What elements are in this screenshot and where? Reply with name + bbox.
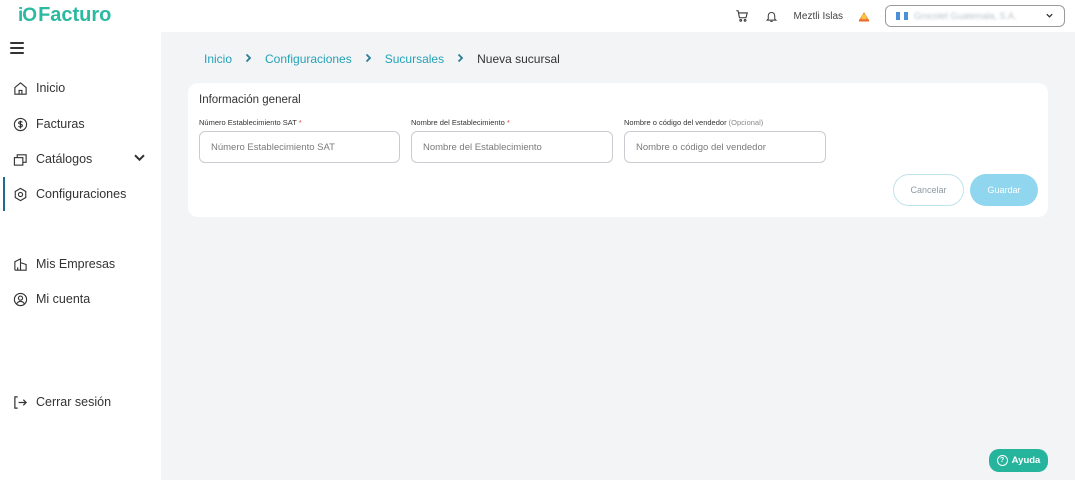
company-selector[interactable]: Grocolet Guatemala, S.A. <box>885 5 1065 27</box>
sidebar-item-label: Catálogos <box>36 152 93 166</box>
save-button[interactable]: Guardar <box>970 174 1038 206</box>
seller-code-input[interactable] <box>624 131 826 163</box>
user-name[interactable]: Meztli Islas <box>794 11 843 22</box>
company-name: Grocolet Guatemala, S.A. <box>914 11 1017 21</box>
sidebar-item-mi-cuenta[interactable]: Mi cuenta <box>0 285 161 313</box>
logo-mark: iO <box>18 4 37 26</box>
sidebar-item-inicio[interactable]: Inicio <box>0 74 161 102</box>
chevron-right-icon <box>244 52 253 66</box>
chevron-down-icon <box>1045 11 1054 22</box>
cart-icon[interactable] <box>734 8 750 24</box>
menu-icon[interactable] <box>10 42 24 54</box>
main-content: Inicio Configuraciones Sucursales Nueva … <box>161 32 1075 480</box>
chevron-right-icon <box>364 52 373 66</box>
home-icon <box>14 81 27 95</box>
field-label: Número Establecimiento SAT * <box>199 118 400 127</box>
building-icon <box>14 257 27 271</box>
chevron-right-icon <box>456 52 465 66</box>
help-icon: ? <box>996 455 1008 466</box>
top-bar: iO Facturo Meztli Islas Grocolet Guatema… <box>0 0 1075 32</box>
chevron-down-icon[interactable] <box>132 150 147 168</box>
breadcrumb-sucursales[interactable]: Sucursales <box>385 52 444 66</box>
sidebar-item-catalogos[interactable]: Catálogos <box>0 145 161 173</box>
settings-icon <box>14 187 27 201</box>
general-info-card: Información general Número Establecimien… <box>188 83 1048 217</box>
label-text: Nombre del Establecimiento <box>411 118 505 127</box>
sidebar-item-label: Mi cuenta <box>36 292 91 306</box>
breadcrumb-current: Nueva sucursal <box>477 52 560 66</box>
sidebar-item-label: Inicio <box>36 81 66 95</box>
label-text: Nombre o código del vendedor <box>624 118 727 127</box>
logout-button[interactable]: Cerrar sesión <box>0 388 161 416</box>
logout-icon <box>14 395 27 409</box>
user-avatar-icon[interactable] <box>857 9 871 23</box>
app-logo[interactable]: iO Facturo <box>18 4 111 27</box>
help-button[interactable]: ? Ayuda <box>989 449 1048 472</box>
breadcrumb: Inicio Configuraciones Sucursales Nueva … <box>204 52 560 66</box>
field-label: Nombre del Establecimiento * <box>411 118 613 127</box>
sat-number-field: Número Establecimiento SAT * <box>199 118 400 163</box>
sat-number-input[interactable] <box>199 131 400 163</box>
required-mark: * <box>506 118 510 127</box>
bell-icon[interactable] <box>764 8 780 24</box>
sidebar-item-configuraciones[interactable]: Configuraciones <box>0 177 161 211</box>
logo-text: Facturo <box>38 4 112 26</box>
header-actions: Meztli Islas Grocolet Guatemala, S.A. <box>734 5 1065 27</box>
logout-label: Cerrar sesión <box>36 395 112 409</box>
seller-code-field: Nombre o código del vendedor (Opcional) <box>624 118 826 163</box>
section-title: Información general <box>199 94 301 106</box>
help-label: Ayuda <box>1011 455 1041 466</box>
sidebar-item-label: Configuraciones <box>36 187 127 201</box>
breadcrumb-inicio[interactable]: Inicio <box>204 52 232 66</box>
establishment-name-field: Nombre del Establecimiento * <box>411 118 613 163</box>
label-text: Número Establecimiento SAT <box>199 118 297 127</box>
account-icon <box>13 292 28 306</box>
breadcrumb-configuraciones[interactable]: Configuraciones <box>265 52 352 66</box>
flag-icon <box>896 12 908 20</box>
sidebar-item-facturas[interactable]: Facturas <box>0 110 161 138</box>
field-label: Nombre o código del vendedor (Opcional) <box>624 118 826 127</box>
dollar-icon <box>13 117 28 131</box>
sidebar-item-label: Facturas <box>36 117 85 131</box>
catalog-icon <box>13 153 27 166</box>
required-mark: * <box>298 118 302 127</box>
cancel-button[interactable]: Cancelar <box>893 174 964 206</box>
optional-mark: (Opcional) <box>728 118 764 127</box>
establishment-name-input[interactable] <box>411 131 613 163</box>
sidebar-item-label: Mis Empresas <box>36 257 116 271</box>
sidebar-item-mis-empresas[interactable]: Mis Empresas <box>0 250 161 278</box>
sidebar: Inicio Facturas Catálogos Configuracione… <box>0 32 161 480</box>
